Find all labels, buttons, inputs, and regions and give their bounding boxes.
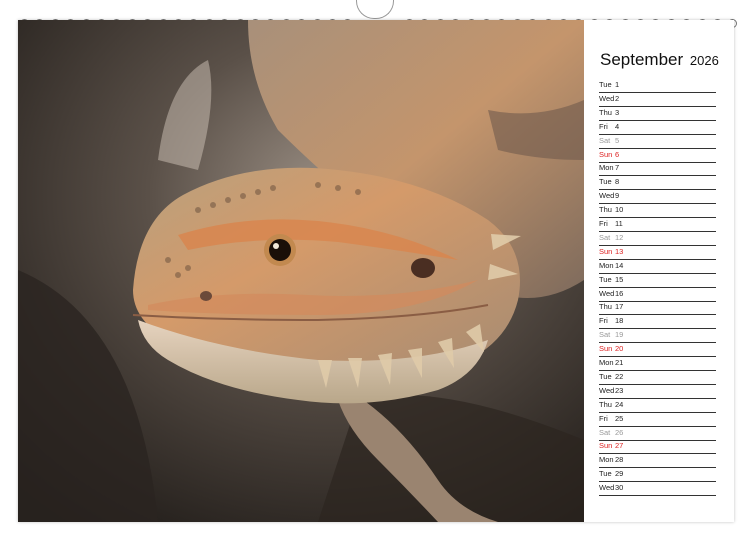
day-row: Sat 26 <box>599 426 716 441</box>
day-weekday: Fri <box>599 316 608 326</box>
day-weekday: Tue <box>599 80 612 89</box>
day-number: 4 <box>615 121 620 131</box>
day-number: 11 <box>615 219 623 228</box>
day-number: 3 <box>615 107 620 117</box>
day-number: 28 <box>615 455 624 465</box>
day-number: 22 <box>615 371 624 381</box>
day-number: 27 <box>615 441 624 451</box>
day-row: Sun 20 <box>599 342 716 358</box>
day-weekday: Wed <box>599 288 615 298</box>
day-row: Wed2 <box>599 92 716 107</box>
day-number: 5 <box>615 135 620 145</box>
day-weekday: Mon <box>599 358 614 367</box>
day-weekday: Sat <box>599 330 611 340</box>
day-row: Mon28 <box>599 453 716 469</box>
day-weekday: Tue <box>599 469 612 479</box>
day-number: 16 <box>615 288 624 298</box>
day-number: 6 <box>615 149 620 159</box>
day-number: 18 <box>615 316 624 326</box>
day-weekday: Mon <box>599 163 614 173</box>
day-number: 19 <box>615 330 624 340</box>
day-weekday: Tue <box>599 274 612 284</box>
day-number: 10 <box>615 205 624 215</box>
day-row: Wed9 <box>599 189 716 205</box>
day-row: Wed23 <box>599 384 716 399</box>
day-row: Sun 13 <box>599 245 716 260</box>
day-row: Sat 19 <box>599 328 716 344</box>
day-number: 2 <box>615 93 620 103</box>
calendar-page: September 2026 Tue 1 Wed2 Thu 3 Fri 4 Sat 5 Sun 6 M… <box>18 20 734 522</box>
day-number: 8 <box>615 177 620 187</box>
day-weekday: Sun <box>599 344 613 354</box>
day-number: 15 <box>615 274 624 284</box>
day-weekday: Sun <box>599 149 613 159</box>
day-number: 26 <box>615 427 624 437</box>
day-number: 29 <box>615 469 624 479</box>
day-weekday: Sun <box>599 246 613 256</box>
month-title: September 2026 <box>600 50 719 70</box>
day-row: Thu 17 <box>599 300 716 316</box>
day-number: 14 <box>615 260 624 270</box>
day-weekday: Wed <box>599 191 615 201</box>
day-weekday: Sat <box>599 135 611 145</box>
day-row: Tue 15 <box>599 273 716 288</box>
day-number: 13 <box>615 246 624 256</box>
day-weekday: Mon <box>599 260 614 270</box>
day-row: Sun 27 <box>599 439 716 455</box>
day-row: Sat 5 <box>599 134 716 149</box>
day-weekday: Mon <box>599 455 614 465</box>
day-number: 24 <box>615 399 624 409</box>
day-number: 30 <box>615 483 624 493</box>
day-number: 7 <box>615 163 620 173</box>
day-weekday: Sat <box>599 232 611 242</box>
day-weekday: Wed <box>599 483 615 493</box>
day-weekday: Tue <box>599 371 612 381</box>
day-number: 25 <box>615 413 624 423</box>
day-weekday: Thu <box>599 107 612 117</box>
day-row: Fri 18 <box>599 314 716 330</box>
day-weekday: Fri <box>599 121 608 131</box>
day-row: Thu 3 <box>599 106 716 121</box>
bearded-dragon-image <box>18 20 584 522</box>
day-number: 1 <box>615 80 620 89</box>
day-number: 12 <box>615 232 624 242</box>
day-row: Tue 22 <box>599 370 716 385</box>
day-weekday: Fri <box>599 219 608 228</box>
lizard-photo <box>18 20 584 522</box>
day-row: Mon14 <box>599 259 716 274</box>
day-weekday: Tue <box>599 177 612 187</box>
day-row: Sat 12 <box>599 231 716 246</box>
day-row: Sun 6 <box>599 148 716 163</box>
day-number: 17 <box>615 302 624 312</box>
day-number: 9 <box>615 191 620 201</box>
day-row: Fri 25 <box>599 412 716 427</box>
day-row: Wed16 <box>599 287 716 302</box>
day-row: Tue 29 <box>599 467 716 483</box>
day-number: 20 <box>615 344 624 354</box>
day-row: Wed30 <box>599 481 716 497</box>
year-label: 2026 <box>689 53 719 68</box>
day-weekday: Fri <box>599 413 608 423</box>
day-weekday: Sat <box>599 427 611 437</box>
month-name: September <box>600 50 684 69</box>
day-number: 23 <box>615 385 624 395</box>
day-row: Thu 24 <box>599 398 716 413</box>
day-weekday: Wed <box>599 93 615 103</box>
day-row: Tue 8 <box>599 175 716 191</box>
day-row: Fri 4 <box>599 120 716 135</box>
day-row: Thu 10 <box>599 203 716 219</box>
day-weekday: Thu <box>599 399 612 409</box>
day-weekday: Thu <box>599 302 612 312</box>
day-row: Mon21 <box>599 356 716 371</box>
calendar-sidebar: September 2026 Tue 1 Wed2 Thu 3 Fri 4 Sat 5 Sun 6 M… <box>584 20 734 522</box>
day-weekday: Wed <box>599 385 615 395</box>
day-number: 21 <box>615 358 624 367</box>
day-weekday: Sun <box>599 441 613 451</box>
day-row: Mon7 <box>599 161 716 177</box>
day-weekday: Thu <box>599 205 612 215</box>
day-row: Fri 11 <box>599 217 716 232</box>
day-row: Tue 1 <box>599 78 716 93</box>
